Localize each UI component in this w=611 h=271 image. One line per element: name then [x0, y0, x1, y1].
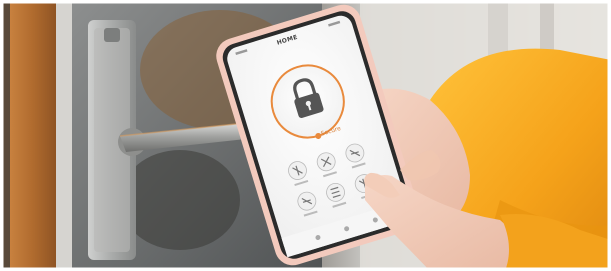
- door-frame: [10, 0, 56, 271]
- scene-illustration: [0, 0, 611, 271]
- photo-scene: HOME Secure: [0, 0, 611, 271]
